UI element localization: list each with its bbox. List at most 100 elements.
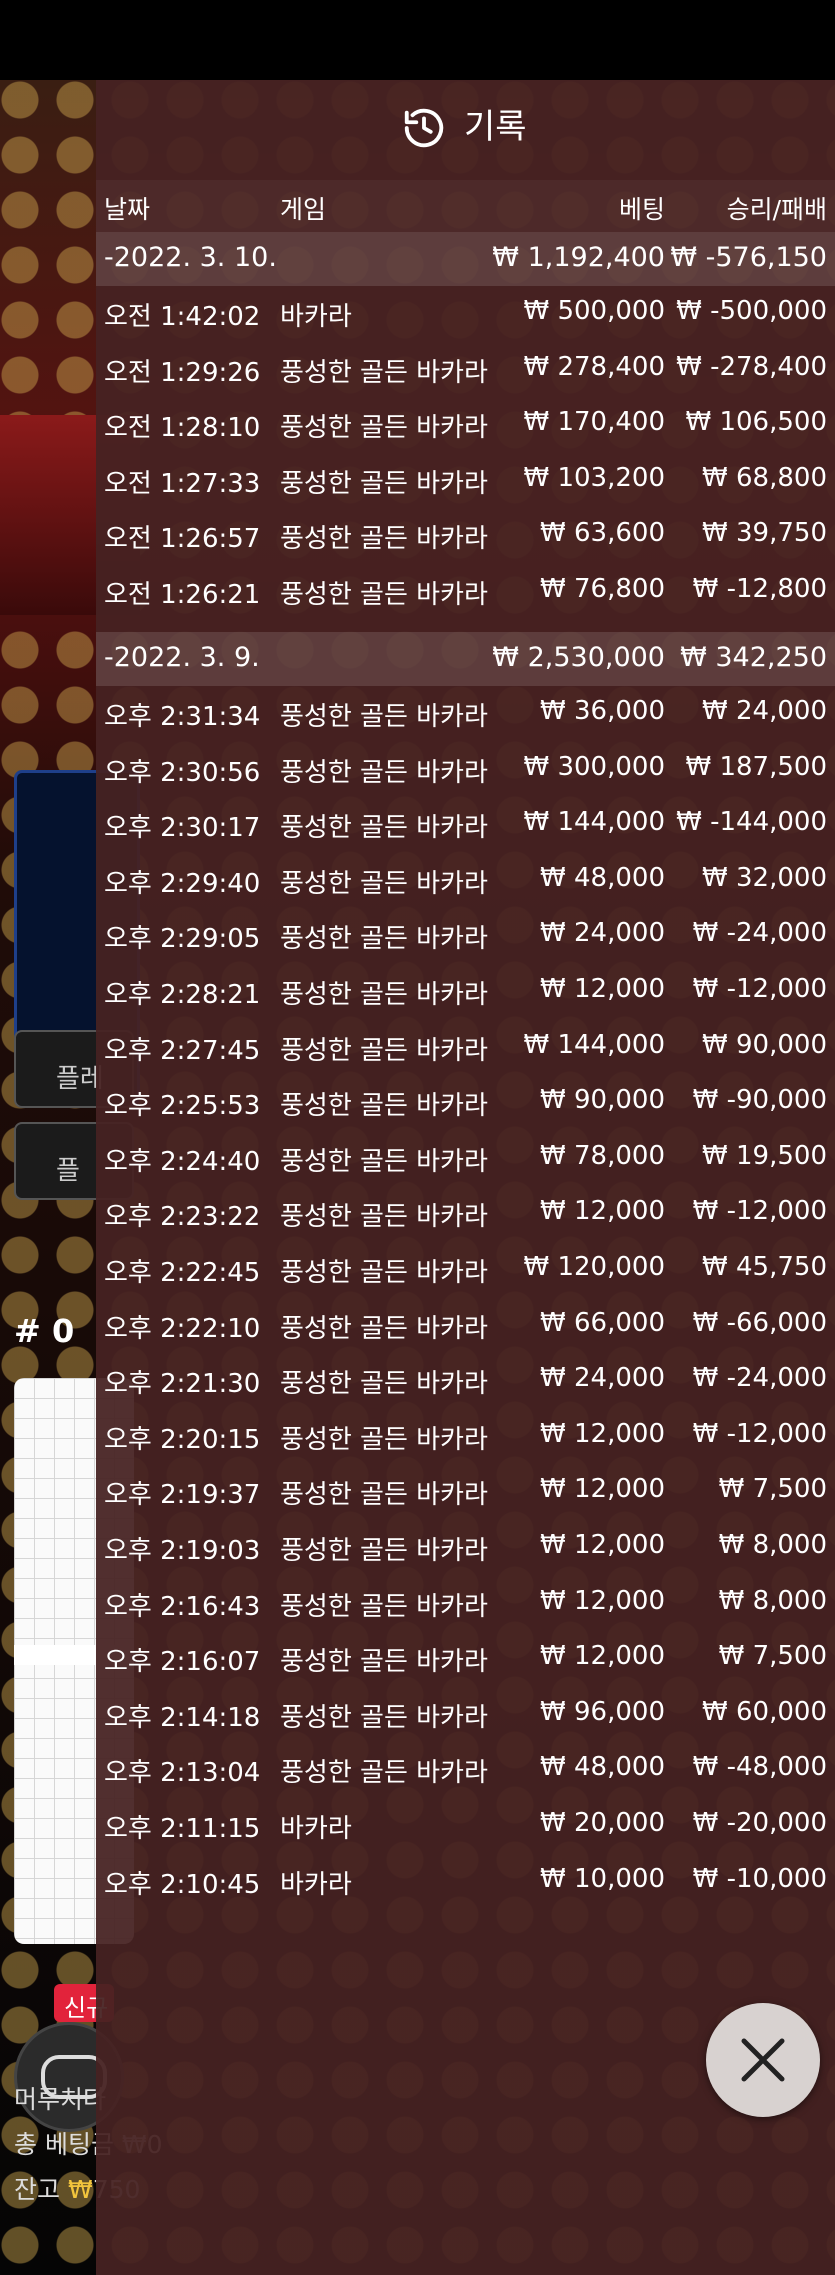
row-bet: ₩ 12,000 bbox=[540, 1474, 665, 1505]
history-row[interactable]: 오후 2:23:22 풍성한 골든 바카라 ₩ 12,000 ₩ -12,000 bbox=[96, 1184, 835, 1239]
column-header-result: 승리/패배 bbox=[726, 195, 827, 224]
history-row[interactable]: 오후 2:29:40 풍성한 골든 바카라 ₩ 48,000 ₩ 32,000 bbox=[96, 851, 835, 906]
background-balance-label: 잔고 bbox=[14, 2175, 61, 2204]
history-row[interactable]: 오전 1:27:33 풍성한 골든 바카라 ₩ 103,200 ₩ 68,800 bbox=[96, 451, 835, 506]
history-row[interactable]: 오후 2:29:05 풍성한 골든 바카라 ₩ 24,000 ₩ -24,000 bbox=[96, 906, 835, 961]
row-time: 오후 2:21:30 bbox=[104, 1369, 261, 1400]
row-result: ₩ -48,000 bbox=[692, 1752, 827, 1783]
row-game: 풍성한 골든 바카라 bbox=[280, 1758, 488, 1789]
history-row[interactable]: 오후 2:30:56 풍성한 골든 바카라 ₩ 300,000 ₩ 187,500 bbox=[96, 740, 835, 795]
row-game: 풍성한 골든 바카라 bbox=[280, 868, 488, 899]
close-button[interactable] bbox=[706, 2003, 820, 2117]
row-result: ₩ -20,000 bbox=[692, 1808, 827, 1838]
history-row[interactable]: 오후 2:21:30 풍성한 골든 바카라 ₩ 24,000 ₩ -24,000 bbox=[96, 1351, 835, 1406]
row-result: ₩ -144,000 bbox=[676, 807, 827, 838]
status-bar bbox=[0, 0, 835, 80]
history-row[interactable]: 오후 2:24:40 풍성한 골든 바카라 ₩ 78,000 ₩ 19,500 bbox=[96, 1129, 835, 1184]
column-header-date: 날짜 bbox=[104, 195, 151, 224]
row-bet: ₩ 12,000 bbox=[540, 974, 665, 1004]
row-time: 오후 2:10:45 bbox=[104, 1869, 261, 1900]
history-row[interactable]: 오후 2:30:17 풍성한 골든 바카라 ₩ 144,000 ₩ -144,000 bbox=[96, 795, 835, 850]
row-game: 바카라 bbox=[280, 302, 352, 332]
row-result: ₩ 32,000 bbox=[702, 862, 827, 893]
row-time: 오후 2:29:05 bbox=[104, 924, 261, 955]
row-result: ₩ 106,500 bbox=[685, 407, 828, 438]
history-row[interactable]: 오후 2:13:04 풍성한 골든 바카라 ₩ 48,000 ₩ -48,000 bbox=[96, 1740, 835, 1795]
row-bet: ₩ 78,000 bbox=[540, 1140, 665, 1171]
history-row[interactable]: 오후 2:22:45 풍성한 골든 바카라 ₩ 120,000 ₩ 45,750 bbox=[96, 1240, 835, 1295]
row-time: 오후 2:11:15 bbox=[104, 1814, 261, 1844]
history-row[interactable]: 오후 2:14:18 풍성한 골든 바카라 ₩ 96,000 ₩ 60,000 bbox=[96, 1685, 835, 1740]
row-result: ₩ 39,750 bbox=[702, 518, 827, 549]
history-row[interactable]: 오전 1:29:26 풍성한 골든 바카라 ₩ 278,400 ₩ -278,400 bbox=[96, 340, 835, 395]
date-group-row[interactable]: -2022. 3. 10. ₩ 1,192,400 ₩ -576,150 bbox=[96, 232, 835, 286]
group-total-bet: ₩ 2,530,000 bbox=[492, 642, 665, 673]
row-result: ₩ 19,500 bbox=[702, 1140, 827, 1171]
history-row[interactable]: 오후 2:19:37 풍성한 골든 바카라 ₩ 12,000 ₩ 7,500 bbox=[96, 1462, 835, 1517]
row-game: 풍성한 골든 바카라 bbox=[280, 1146, 488, 1177]
row-bet: ₩ 66,000 bbox=[540, 1307, 665, 1338]
history-row[interactable]: 오후 2:16:43 풍성한 골든 바카라 ₩ 12,000 ₩ 8,000 bbox=[96, 1574, 835, 1629]
row-result: ₩ 24,000 bbox=[702, 696, 827, 726]
row-game: 풍성한 골든 바카라 bbox=[280, 813, 488, 844]
history-row[interactable]: 오후 2:10:45 바카라 ₩ 10,000 ₩ -10,000 bbox=[96, 1852, 835, 1907]
row-bet: ₩ 90,000 bbox=[540, 1085, 665, 1116]
row-time: 오후 2:30:56 bbox=[104, 757, 261, 788]
row-bet: ₩ 278,400 bbox=[523, 351, 666, 382]
date-group-row[interactable]: -2022. 3. 9. ₩ 2,530,000 ₩ 342,250 bbox=[96, 632, 835, 686]
history-row[interactable]: 오전 1:28:10 풍성한 골든 바카라 ₩ 170,400 ₩ 106,500 bbox=[96, 395, 835, 450]
row-bet: ₩ 63,600 bbox=[540, 518, 665, 549]
history-row[interactable]: 오후 2:11:15 바카라 ₩ 20,000 ₩ -20,000 bbox=[96, 1796, 835, 1851]
history-row[interactable]: 오후 2:19:03 풍성한 골든 바카라 ₩ 12,000 ₩ 8,000 bbox=[96, 1518, 835, 1573]
row-bet: ₩ 24,000 bbox=[540, 918, 665, 949]
row-bet: ₩ 48,000 bbox=[540, 1752, 665, 1783]
row-time: 오후 2:16:07 bbox=[104, 1647, 261, 1678]
row-result: ₩ 60,000 bbox=[702, 1696, 827, 1727]
row-result: ₩ -500,000 bbox=[676, 296, 827, 326]
history-row[interactable]: 오전 1:42:02 바카라 ₩ 500,000 ₩ -500,000 bbox=[96, 284, 835, 339]
background-round-label: # 0 bbox=[14, 1312, 75, 1350]
history-row[interactable]: 오후 2:31:34 풍성한 골든 바카라 ₩ 36,000 ₩ 24,000 bbox=[96, 684, 835, 739]
history-row[interactable]: 오후 2:22:10 풍성한 골든 바카라 ₩ 66,000 ₩ -66,000 bbox=[96, 1296, 835, 1351]
history-row[interactable]: 오후 2:28:21 풍성한 골든 바카라 ₩ 12,000 ₩ -12,000 bbox=[96, 962, 835, 1017]
row-time: 오후 2:14:18 bbox=[104, 1702, 261, 1733]
row-result: ₩ 8,000 bbox=[718, 1585, 827, 1616]
group-total-result: ₩ -576,150 bbox=[670, 242, 827, 273]
row-time: 오전 1:29:26 bbox=[104, 357, 261, 388]
row-bet: ₩ 20,000 bbox=[540, 1808, 665, 1838]
row-bet: ₩ 12,000 bbox=[540, 1418, 665, 1449]
row-bet: ₩ 144,000 bbox=[523, 807, 666, 838]
history-row[interactable]: 오후 2:27:45 풍성한 골든 바카라 ₩ 144,000 ₩ 90,000 bbox=[96, 1018, 835, 1073]
row-game: 풍성한 골든 바카라 bbox=[280, 1591, 488, 1622]
column-header-bet: 베팅 bbox=[618, 195, 665, 224]
row-bet: ₩ 120,000 bbox=[523, 1252, 666, 1282]
row-bet: ₩ 144,000 bbox=[523, 1029, 666, 1060]
history-row[interactable]: 오후 2:16:07 풍성한 골든 바카라 ₩ 12,000 ₩ 7,500 bbox=[96, 1629, 835, 1684]
history-row[interactable]: 오후 2:20:15 풍성한 골든 바카라 ₩ 12,000 ₩ -12,000 bbox=[96, 1407, 835, 1462]
row-bet: ₩ 12,000 bbox=[540, 1530, 665, 1560]
row-game: 풍성한 골든 바카라 bbox=[280, 1369, 488, 1400]
group-total-bet: ₩ 1,192,400 bbox=[492, 242, 665, 273]
row-time: 오후 2:19:03 bbox=[104, 1536, 261, 1566]
row-time: 오후 2:13:04 bbox=[104, 1758, 261, 1789]
row-time: 오전 1:26:21 bbox=[104, 580, 261, 610]
row-bet: ₩ 170,400 bbox=[523, 407, 666, 438]
row-result: ₩ -12,000 bbox=[692, 1196, 827, 1227]
row-result: ₩ -12,800 bbox=[692, 574, 827, 604]
row-game: 풍성한 골든 바카라 bbox=[280, 757, 488, 788]
row-result: ₩ -66,000 bbox=[692, 1307, 827, 1338]
row-result: ₩ -24,000 bbox=[692, 1363, 827, 1394]
row-result: ₩ -12,000 bbox=[692, 974, 827, 1004]
background-balance-currency: ₩ bbox=[67, 2175, 93, 2204]
row-game: 풍성한 골든 바카라 bbox=[280, 468, 488, 499]
history-row[interactable]: 오후 2:25:53 풍성한 골든 바카라 ₩ 90,000 ₩ -90,000 bbox=[96, 1073, 835, 1128]
row-game: 풍성한 골든 바카라 bbox=[280, 1035, 488, 1066]
row-time: 오후 2:25:53 bbox=[104, 1091, 261, 1122]
row-game: 풍성한 골든 바카라 bbox=[280, 980, 488, 1010]
row-bet: ₩ 12,000 bbox=[540, 1196, 665, 1227]
row-game: 풍성한 골든 바카라 bbox=[280, 580, 488, 610]
history-row[interactable]: 오전 1:26:21 풍성한 골든 바카라 ₩ 76,800 ₩ -12,800 bbox=[96, 562, 835, 617]
row-result: ₩ 187,500 bbox=[685, 751, 828, 782]
history-row[interactable]: 오전 1:26:57 풍성한 골든 바카라 ₩ 63,600 ₩ 39,750 bbox=[96, 506, 835, 561]
row-time: 오전 1:42:02 bbox=[104, 302, 261, 332]
